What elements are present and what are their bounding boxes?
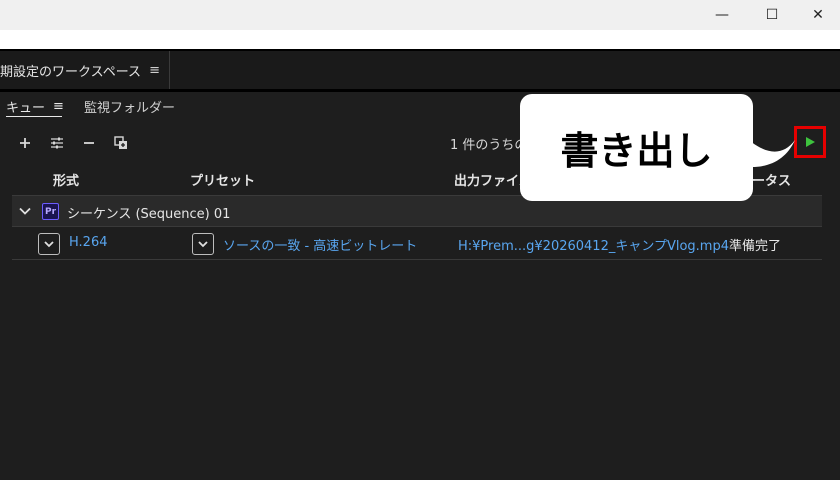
window-titlebar: — ☐ ✕ xyxy=(0,0,840,30)
format-link[interactable]: H.264 xyxy=(69,235,108,250)
output-file-link[interactable]: H:¥Prem...g¥20260412_キャンプVlog.mp4 xyxy=(458,235,729,254)
preset-dropdown-button[interactable] xyxy=(192,233,214,255)
duplicate-item-button[interactable] xyxy=(108,128,134,158)
maximize-button[interactable]: ☐ xyxy=(749,0,795,30)
close-icon: ✕ xyxy=(812,7,824,23)
minimize-button[interactable]: — xyxy=(699,0,745,30)
tab-watch-folders[interactable]: 監視フォルダー xyxy=(84,92,175,120)
column-header-format[interactable]: 形式 xyxy=(53,170,79,189)
chevron-down-icon[interactable] xyxy=(18,204,32,218)
workspace-tab-label: 初期設定のワークスペース xyxy=(0,64,142,80)
add-source-button[interactable] xyxy=(12,128,38,158)
duplicate-icon xyxy=(114,136,127,149)
preset-link[interactable]: ソースの一致 - 高速ビットレート xyxy=(223,235,417,254)
format-dropdown-button[interactable] xyxy=(38,233,60,255)
queue-settings-button[interactable] xyxy=(44,128,70,158)
play-icon xyxy=(806,137,815,147)
tab-queue[interactable]: キュー ≡ xyxy=(6,92,64,120)
column-header-status[interactable]: ータス xyxy=(752,170,791,189)
minimize-icon: — xyxy=(715,7,729,23)
workspace-tab[interactable]: 初期設定のワークスペース ≡ xyxy=(0,51,170,89)
maximize-icon: ☐ xyxy=(765,7,779,23)
workspace-bar: 初期設定のワークスペース ≡ xyxy=(0,51,840,89)
queue-item-row[interactable]: H.264 ソースの一致 - 高速ビットレート H:¥Prem...g¥2026… xyxy=(12,228,822,260)
queue-panel-menu-icon[interactable]: ≡ xyxy=(53,99,64,114)
sliders-icon xyxy=(51,137,63,149)
export-callout: 書き出し xyxy=(520,94,753,201)
premiere-pro-icon: Pr xyxy=(42,203,59,220)
chevron-down-icon xyxy=(44,241,54,248)
active-tab-underline xyxy=(6,116,62,117)
remove-item-button[interactable] xyxy=(76,128,102,158)
plus-icon xyxy=(20,138,30,148)
queue-status-text: 1 件のうちの xyxy=(450,138,528,153)
menu-strip xyxy=(0,30,840,49)
tab-watch-folders-label: 監視フォルダー xyxy=(84,100,176,116)
tab-queue-label: キュー xyxy=(6,100,46,116)
sequence-name: シーケンス (Sequence) 01 xyxy=(67,207,231,222)
close-window-button[interactable]: ✕ xyxy=(795,0,840,30)
workspace-menu-icon[interactable]: ≡ xyxy=(149,63,160,78)
item-status: 準備完了 xyxy=(729,239,782,254)
column-header-preset[interactable]: プリセット xyxy=(190,170,255,189)
chevron-down-icon xyxy=(198,241,208,248)
minus-icon xyxy=(84,142,94,144)
callout-text: 書き出し xyxy=(560,129,713,173)
